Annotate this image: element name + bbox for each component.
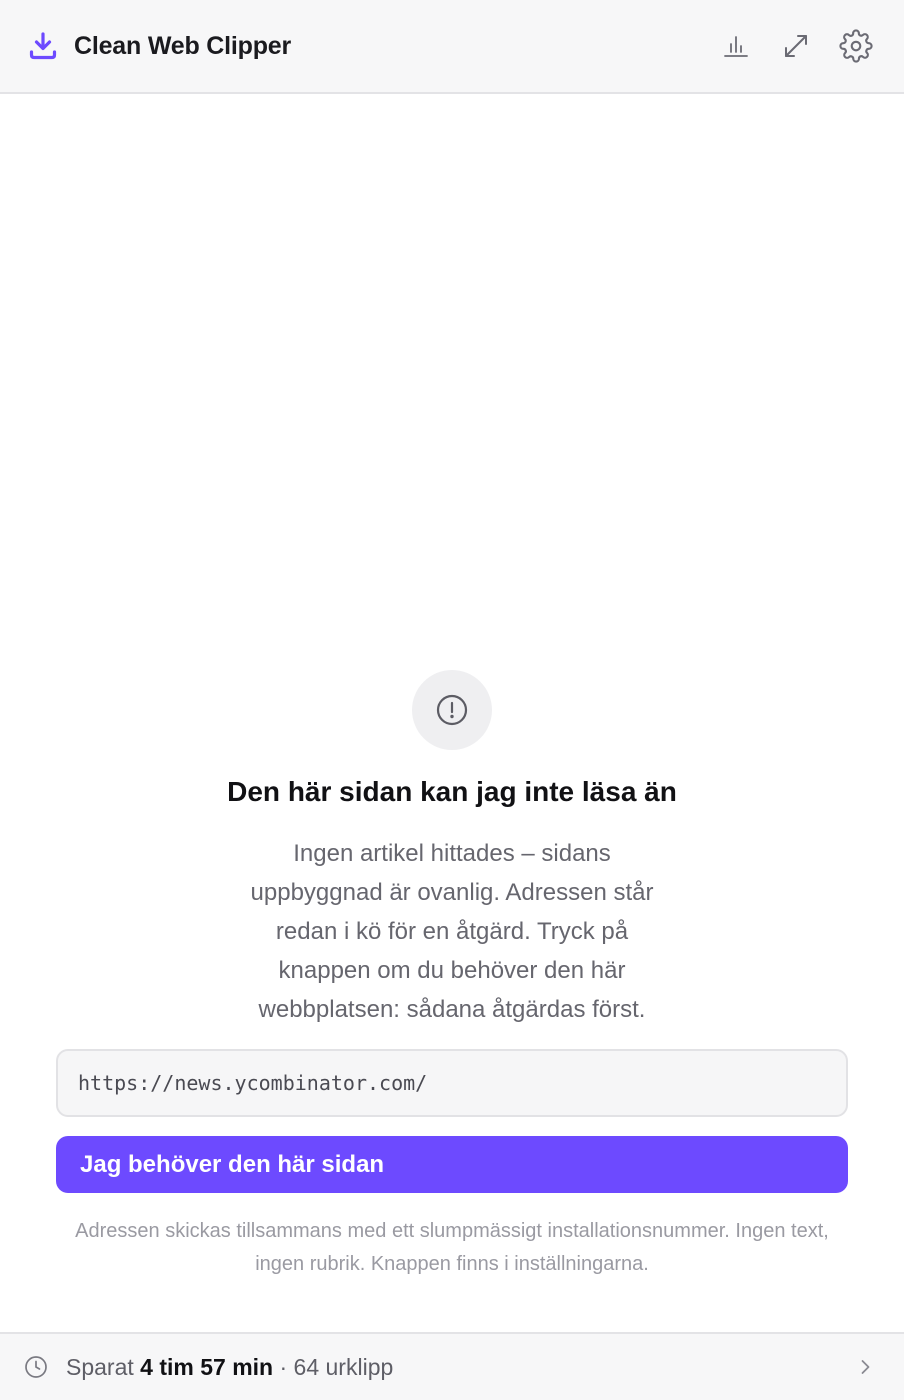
footer-summary: Sparat 4 tim 57 min · 64 urklipp xyxy=(66,1354,393,1381)
download-tray-icon xyxy=(28,31,58,61)
clip-count: 64 urklipp xyxy=(293,1353,394,1380)
url-field[interactable]: https://news.ycombinator.com/ xyxy=(56,1049,848,1117)
saved-label: Sparat xyxy=(66,1353,134,1380)
clock-icon xyxy=(24,1355,48,1379)
request-page-button[interactable]: Jag behöver den här sidan xyxy=(56,1136,848,1193)
error-description: Ingen artikel hittades – sidans uppbyggn… xyxy=(250,840,654,1023)
stats-footer[interactable]: Sparat 4 tim 57 min · 64 urklipp xyxy=(0,1332,904,1400)
chevron-right-icon[interactable] xyxy=(850,1352,880,1382)
app-title: Clean Web Clipper xyxy=(74,31,292,60)
expand-icon[interactable] xyxy=(776,26,816,66)
error-title: Den här sidan kan jag inte läsa än xyxy=(227,776,677,807)
brand: Clean Web Clipper xyxy=(28,31,291,61)
privacy-note: Adressen skickas tillsammans med ett slu… xyxy=(75,1220,829,1275)
saved-time: 4 tim 57 min xyxy=(140,1353,274,1380)
main-content: Den här sidan kan jag inte läsa än Ingen… xyxy=(0,94,904,1332)
header-actions xyxy=(716,26,876,66)
app-header: Clean Web Clipper xyxy=(0,0,904,94)
gear-icon[interactable] xyxy=(836,26,876,66)
bar-chart-icon[interactable] xyxy=(716,26,756,66)
error-panel: Den här sidan kan jag inte läsa än Ingen… xyxy=(0,670,904,1281)
alert-circle-icon xyxy=(412,670,492,750)
separator: · xyxy=(279,1353,288,1380)
